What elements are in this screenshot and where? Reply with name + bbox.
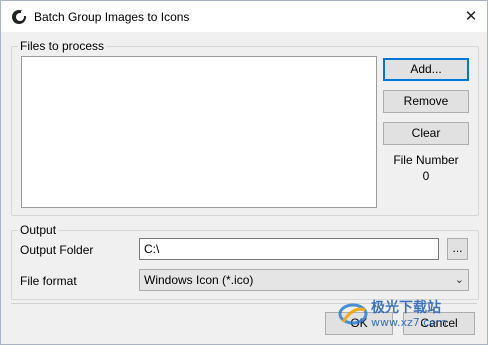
output-group-label: Output [18,223,59,237]
browse-button[interactable]: ... [447,238,468,260]
output-group: Output Output Folder C:\ ... File format… [11,223,479,300]
remove-button[interactable]: Remove [383,90,469,113]
window-title: Batch Group Images to Icons [34,10,190,24]
footer-separator [11,303,477,304]
clear-button[interactable]: Clear [383,122,469,145]
cancel-button[interactable]: Cancel [403,312,475,335]
files-listbox[interactable] [21,56,377,208]
dialog-window: Batch Group Images to Icons ✕ Files to p… [0,0,488,345]
files-to-process-group: Files to process Add... Remove Clear Fil… [11,39,479,216]
ok-button[interactable]: OK [325,312,393,335]
title-bar: Batch Group Images to Icons ✕ [1,1,487,32]
add-button[interactable]: Add... [383,58,469,81]
app-icon [12,10,26,24]
chevron-down-icon: ⌄ [454,274,464,286]
file-format-value: Windows Icon (*.ico) [144,273,254,287]
output-folder-label: Output Folder [20,243,94,257]
close-icon: ✕ [464,8,478,25]
file-format-label: File format [20,274,77,288]
files-group-label: Files to process [18,39,107,53]
output-folder-input[interactable]: C:\ [139,238,439,260]
close-button[interactable]: ✕ [459,5,483,27]
file-format-select[interactable]: Windows Icon (*.ico) ⌄ [139,269,469,291]
file-number-value: 0 [422,169,430,183]
file-number-label: File Number [393,153,459,167]
